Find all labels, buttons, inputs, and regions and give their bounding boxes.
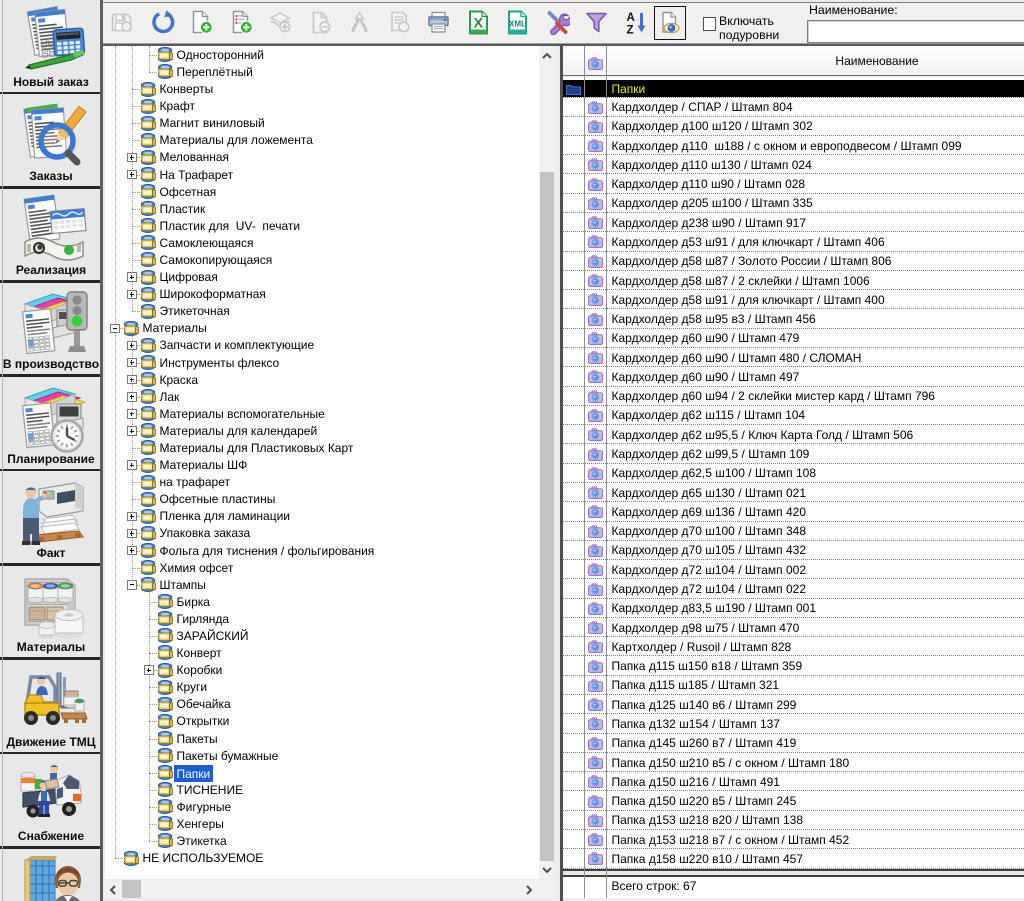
svg-text:XML: XML — [509, 20, 526, 29]
svg-text:X: X — [473, 15, 483, 31]
svg-text:Z: Z — [626, 25, 633, 36]
svg-text:A: A — [626, 12, 634, 24]
